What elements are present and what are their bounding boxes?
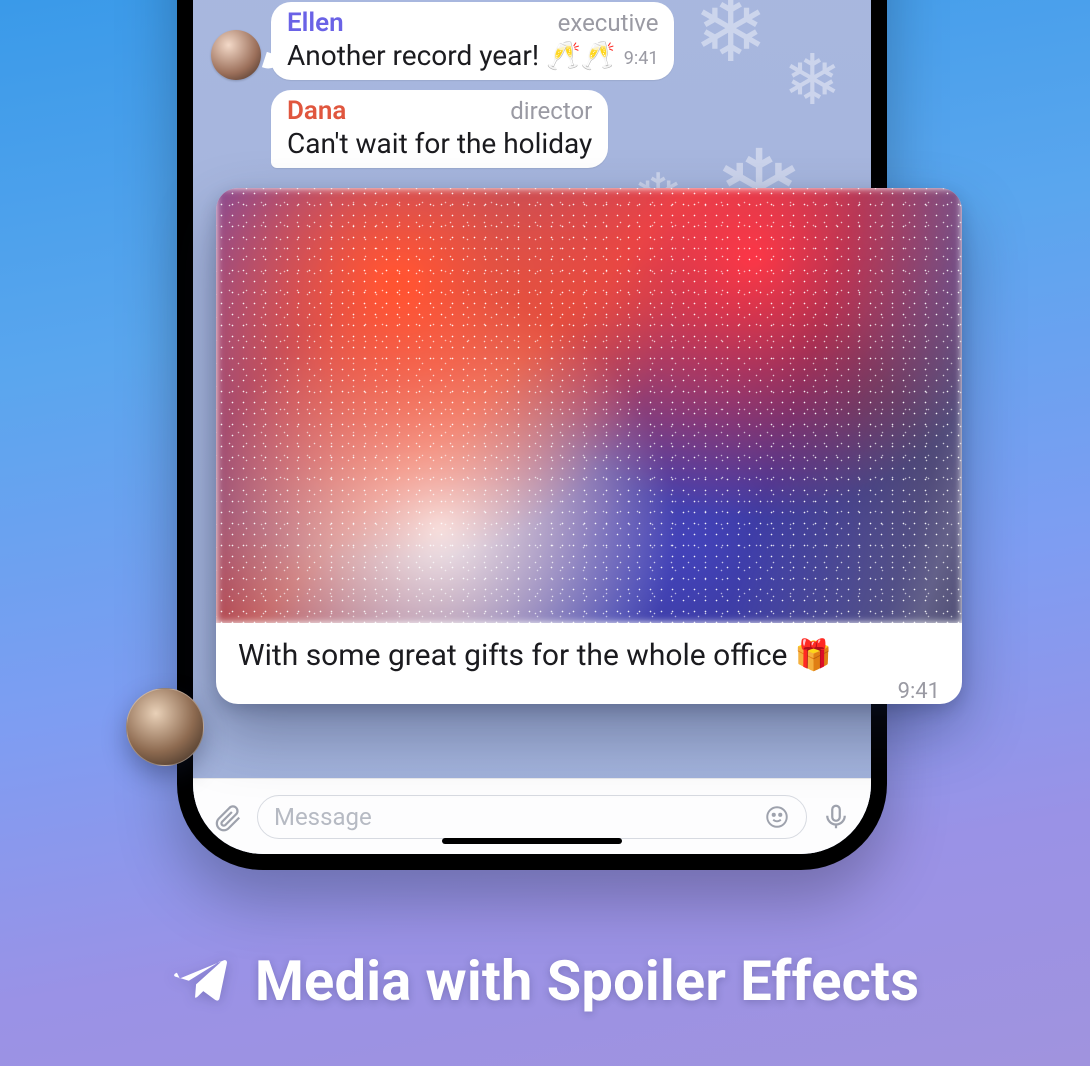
message-placeholder: Message (274, 803, 372, 831)
message-text: Another record year! 🥂🥂9:41 (287, 38, 658, 74)
sender-name: Dana (287, 96, 346, 126)
message-bubble[interactable]: Dana director Can't wait for the holiday (271, 90, 608, 168)
sender-role: director (510, 97, 592, 125)
home-indicator (442, 838, 622, 844)
message-row[interactable]: Dana director Can't wait for the holiday (271, 90, 853, 168)
message-time: 9:41 (624, 48, 659, 69)
avatar[interactable] (211, 30, 261, 80)
message-time: 9:41 (898, 679, 940, 704)
avatar[interactable] (126, 688, 204, 766)
mic-icon[interactable] (821, 802, 851, 832)
telegram-icon (171, 948, 233, 1014)
spoiler-media[interactable] (216, 188, 962, 623)
media-caption-area: With some great gifts for the whole offi… (216, 623, 962, 693)
media-preview-bubble[interactable]: With some great gifts for the whole offi… (216, 188, 962, 704)
message-text: Can't wait for the holiday (287, 126, 592, 162)
feature-caption: Media with Spoiler Effects (0, 948, 1090, 1014)
media-caption: With some great gifts for the whole offi… (238, 638, 832, 673)
sticker-icon[interactable] (764, 804, 790, 830)
message-row[interactable]: Ellen executive Another record year! 🥂🥂9… (211, 2, 853, 80)
attach-icon[interactable] (213, 802, 243, 832)
message-bubble[interactable]: Ellen executive Another record year! 🥂🥂9… (271, 2, 674, 80)
sender-name: Ellen (287, 8, 344, 38)
message-input[interactable]: Message (257, 795, 807, 839)
sender-role: executive (558, 9, 659, 37)
feature-title: Media with Spoiler Effects (255, 948, 919, 1014)
